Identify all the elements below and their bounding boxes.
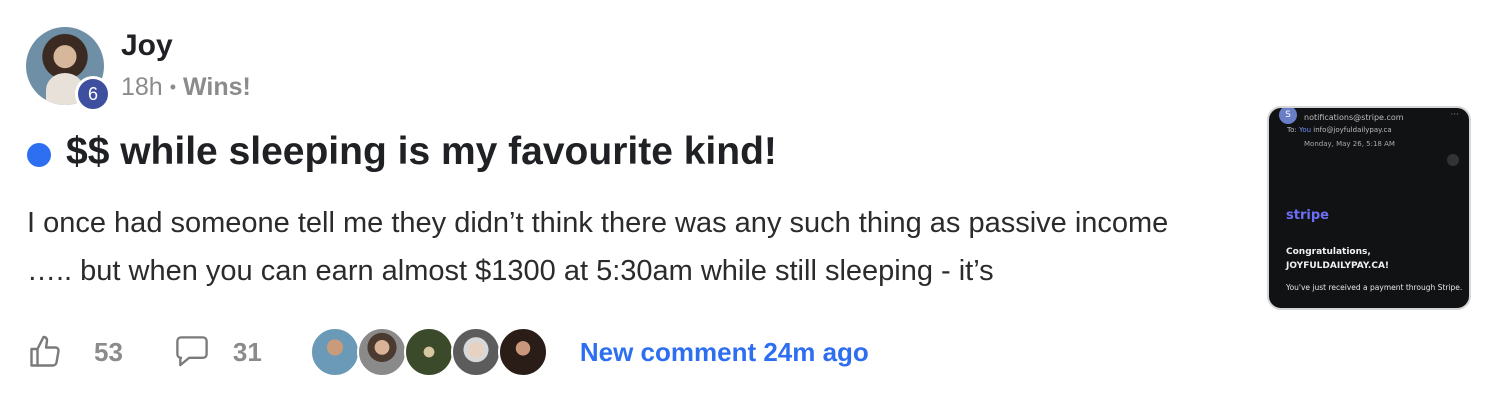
author-avatar[interactable]: 6 [26,27,111,112]
comment-button[interactable]: 31 [173,333,262,371]
level-badge: 6 [75,76,111,112]
author-name[interactable]: Joy [121,29,173,63]
post-image-thumbnail[interactable]: S notifications@stripe.com ··· To: You i… [1267,106,1471,310]
commenter-avatar[interactable] [403,327,454,377]
stripe-logo: stripe [1286,208,1329,223]
commenter-avatar[interactable] [450,327,501,377]
meta-separator: • [169,77,177,97]
post-body[interactable]: I once had someone tell me they didn’t t… [27,199,1197,295]
email-from: notifications@stripe.com [1304,113,1404,122]
commenter-avatar[interactable] [356,327,407,377]
post-card[interactable]: 6 Joy 18h • Wins! $$ while sleeping is m… [0,0,1500,406]
email-date: Monday, May 26, 5:18 AM [1304,140,1395,148]
new-comment-link[interactable]: New comment 24m ago [580,337,869,368]
category-link[interactable]: Wins! [183,73,251,102]
menu-dots: ··· [1450,110,1459,120]
to-you: You [1298,126,1312,134]
comment-count: 31 [232,336,262,367]
sender-avatar: S [1279,108,1297,124]
post-meta: 18h • Wins! [121,73,251,102]
commenter-avatar[interactable] [309,327,360,377]
thumbs-up-icon[interactable] [26,333,64,371]
email-to: To: You info@joyfuldailypay.ca [1287,126,1392,134]
time-ago: 18h [121,73,163,101]
post-title[interactable]: $$ while sleeping is my favourite kind! [66,130,777,174]
to-address: info@joyfuldailypay.ca [1313,126,1392,134]
like-button[interactable]: 53 [26,333,123,371]
commenter-avatar[interactable] [497,327,548,377]
email-body: You've just received a payment through S… [1286,283,1463,292]
commenter-avatars[interactable] [309,327,548,377]
speech-bubble-icon[interactable] [173,333,211,371]
unread-indicator [27,143,51,167]
to-label: To: [1287,126,1297,134]
like-count: 53 [94,336,123,367]
post-footer: 53 31 New comment 24m ago [26,324,869,380]
email-heading: Congratulations, JOYFULDAILYPAY.CA! [1286,247,1390,271]
emoji-icon [1447,154,1459,166]
